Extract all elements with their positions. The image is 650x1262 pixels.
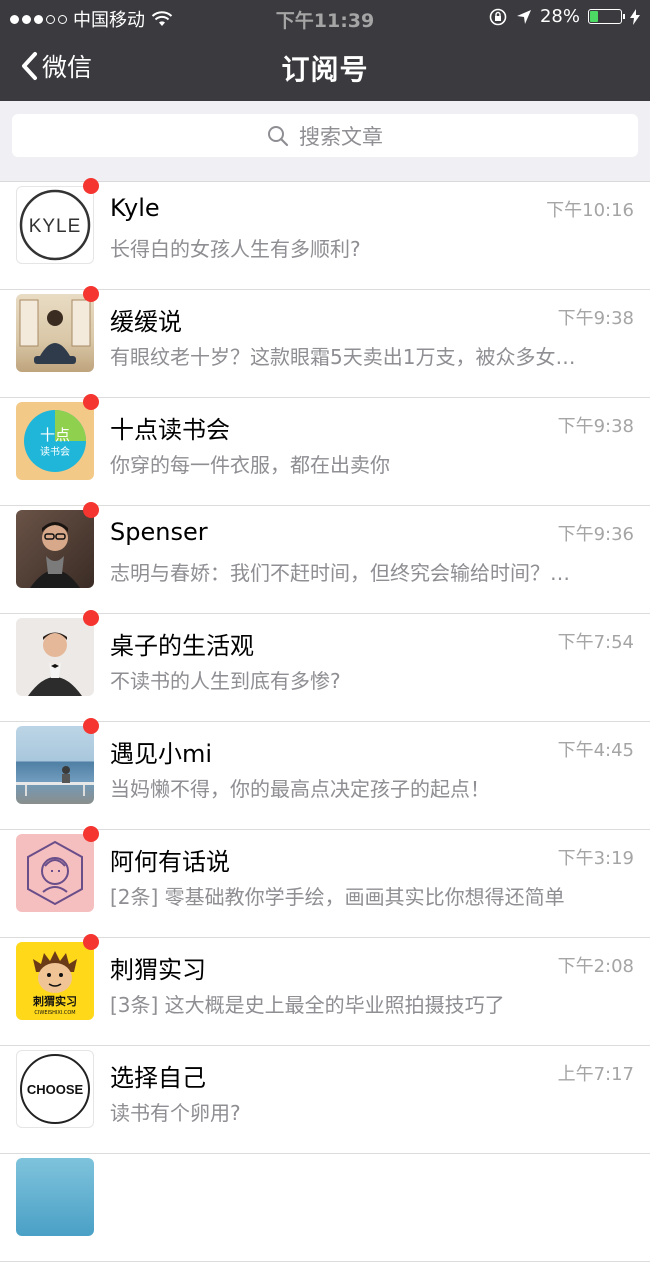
list-item[interactable]: 缓缓说 下午9:38 有眼纹老十岁？这款眼霜5天卖出1万支，被众多女… (0, 286, 650, 398)
item-name: Kyle (110, 194, 160, 222)
search-section: 搜索文章 (0, 101, 650, 169)
item-name: 选择自己 (110, 1064, 206, 1092)
search-placeholder: 搜索文章 (299, 124, 383, 149)
location-arrow-icon (516, 9, 531, 24)
item-message: 志明与春娇：我们不赶时间，但终究会输给时间？… (110, 561, 570, 585)
status-bar: 中国移动 下午11:39 28% (0, 0, 650, 34)
page-title: 订阅号 (281, 53, 369, 86)
avatar (16, 726, 94, 804)
unread-badge (83, 394, 99, 410)
unread-badge (83, 502, 99, 518)
item-time: 下午3:19 (557, 848, 634, 869)
item-name: 刺猬实习 (110, 956, 206, 984)
list-item[interactable]: Spenser 下午9:36 志明与春娇：我们不赶时间，但终究会输给时间？… (0, 502, 650, 614)
unread-badge (83, 826, 99, 842)
avatar: 刺猬实习 CIWEISHIXI.COM (16, 942, 94, 1020)
item-time: 下午2:08 (557, 956, 634, 977)
avatar-text: 十点 (40, 426, 70, 444)
status-right: 28% (488, 6, 640, 27)
orientation-lock-icon (489, 8, 507, 25)
battery-icon (588, 9, 625, 24)
list-item[interactable]: 阿何有话说 下午3:19 [2条] 零基础教你学手绘，画画其实比你想得还简单 (0, 826, 650, 938)
unread-badge (83, 178, 99, 194)
list-item[interactable]: CHOOSE 选择自己 上午7:17 读书有个卵用? (0, 1046, 650, 1154)
avatar (16, 510, 94, 588)
item-name: 阿何有话说 (110, 848, 230, 876)
item-name: Spenser (110, 518, 208, 546)
avatar (16, 294, 94, 372)
list-item[interactable]: 十点 读书会 十点读书会 下午9:38 你穿的每一件衣服，都在出卖你 (0, 394, 650, 506)
list-item[interactable]: 遇见小mi 下午4:45 当妈懒不得，你的最高点决定孩子的起点！ (0, 718, 650, 830)
item-message: 不读书的人生到底有多惨? (110, 669, 341, 693)
avatar-subtext: 读书会 (40, 445, 70, 458)
item-time: 下午9:38 (557, 416, 634, 437)
avatar-subtext: CIWEISHIXI.COM (34, 1010, 75, 1016)
item-time: 上午7:17 (557, 1064, 634, 1085)
item-time: 下午7:54 (557, 632, 634, 653)
avatar: KYLE (16, 186, 94, 264)
item-name: 遇见小mi (110, 740, 213, 768)
item-message: 有眼纹老十岁？这款眼霜5天卖出1万支，被众多女… (110, 345, 576, 369)
avatar-text: 刺猬实习 (32, 994, 77, 1008)
item-message: 读书有个卵用? (110, 1101, 241, 1125)
item-message: [2条] 零基础教你学手绘，画画其实比你想得还简单 (110, 885, 565, 909)
avatar-text: CHOOSE (27, 1082, 84, 1097)
unread-badge (83, 610, 99, 626)
battery-percent: 28% (539, 6, 580, 27)
avatar: 十点 读书会 (16, 402, 94, 480)
item-message: 你穿的每一件衣服，都在出卖你 (110, 453, 390, 477)
item-time: 下午10:16 (546, 200, 634, 221)
item-time: 下午9:38 (557, 308, 634, 329)
unread-badge (83, 286, 99, 302)
unread-badge (83, 934, 99, 950)
list-item[interactable]: 刺猬实习 CIWEISHIXI.COM 刺猬实习 下午2:08 [3条] 这大概… (0, 934, 650, 1046)
charging-bolt-icon (630, 8, 640, 25)
list-item[interactable]: 桌子的生活观 下午7:54 不读书的人生到底有多惨? (0, 610, 650, 722)
list-item-partial[interactable] (0, 1154, 650, 1262)
avatar (16, 834, 94, 912)
avatar: CHOOSE (16, 1050, 94, 1128)
item-time: 下午9:36 (557, 524, 634, 545)
avatar-text: KYLE (29, 216, 82, 237)
item-message: [3条] 这大概是史上最全的毕业照拍摄技巧了 (110, 993, 505, 1017)
item-name: 十点读书会 (110, 416, 230, 444)
navigation-bar: 微信 订阅号 (0, 34, 650, 101)
item-message: 当妈懒不得，你的最高点决定孩子的起点！ (110, 777, 490, 801)
avatar (16, 1158, 94, 1236)
unread-badge (83, 718, 99, 734)
item-name: 缓缓说 (110, 308, 182, 336)
avatar (16, 618, 94, 696)
item-message: 长得白的女孩人生有多顺利? (110, 237, 361, 261)
search-icon (268, 125, 289, 146)
subscription-list: KYLE Kyle 下午10:16 长得白的女孩人生有多顺利? 缓缓说 下午9:… (0, 178, 650, 1262)
item-time: 下午4:45 (557, 740, 634, 761)
list-item[interactable]: KYLE Kyle 下午10:16 长得白的女孩人生有多顺利? (0, 178, 650, 290)
item-name: 桌子的生活观 (110, 632, 254, 660)
search-input[interactable]: 搜索文章 (12, 114, 638, 157)
